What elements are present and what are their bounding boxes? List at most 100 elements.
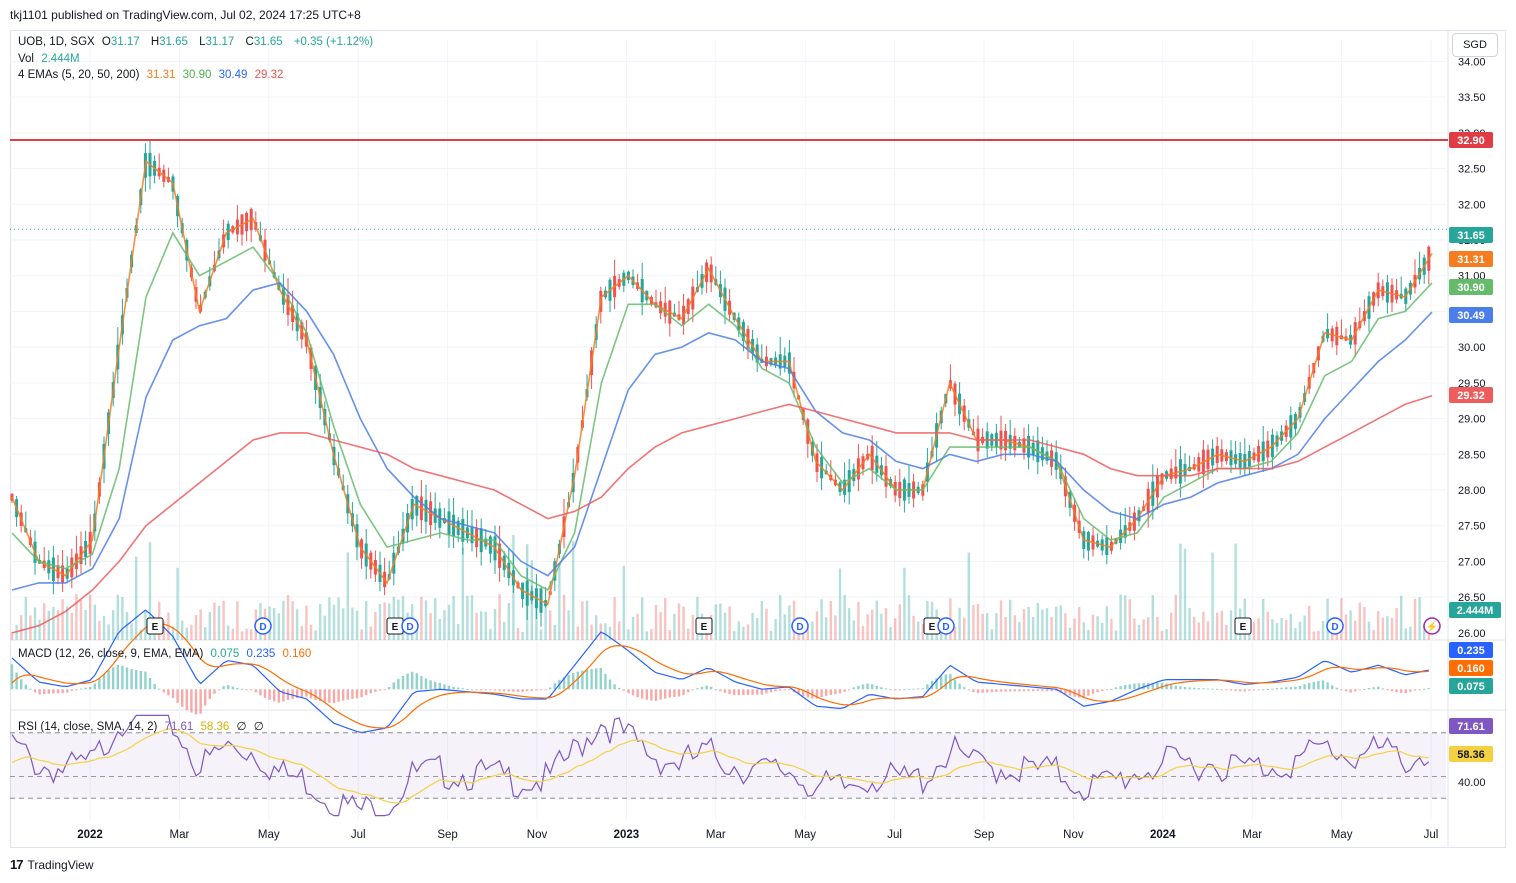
macd-hist-bar [756, 689, 759, 695]
volume-bar [1151, 595, 1154, 640]
macd-hist-bar [452, 686, 455, 690]
macd-hist-bar [691, 689, 694, 691]
macd-hist-bar [746, 689, 750, 695]
volume-bar [1073, 618, 1076, 640]
macd-hist-bar [1165, 683, 1168, 690]
volume-bar [1262, 598, 1265, 640]
macd-hist-bar [148, 677, 152, 690]
macd-hist-bar [1036, 689, 1039, 692]
volume-bar [829, 600, 832, 640]
macd-hist-bar [963, 687, 966, 690]
ema200-value: 29.32 [254, 69, 284, 81]
macd-line-tag: 0.235 [1457, 645, 1485, 657]
event-label: D [259, 622, 266, 633]
rsi-label[interactable]: RSI (14, close, SMA, 14, 2) [18, 721, 157, 733]
macd-hist-bar [953, 679, 957, 690]
macd-hist-bar [912, 688, 915, 690]
volume-bar [461, 547, 464, 640]
macd-hist-bar [641, 689, 644, 699]
macd-label[interactable]: MACD (12, 26, close, 9, EMA, EMA) [18, 648, 203, 660]
volume-bar [1156, 616, 1159, 640]
volume-bar [558, 563, 561, 640]
macd-hist-bar [273, 689, 276, 702]
volume-bar [484, 611, 487, 640]
macd-hist-bar [47, 689, 50, 694]
volume-bar [572, 541, 575, 640]
time-tick-label: 2024 [1150, 829, 1176, 841]
volume-bar [1395, 607, 1398, 640]
volume-bar [590, 624, 593, 640]
macd-hist-bar [1344, 689, 1348, 692]
tradingview-logo-icon[interactable]: 17 [10, 857, 24, 872]
macd-hist-bar [79, 688, 83, 690]
macd-hist-bar [1239, 689, 1242, 692]
macd-hist-bar [1004, 689, 1007, 692]
macd-hist-bar [107, 670, 110, 690]
ema50-line[interactable] [11, 282, 1433, 591]
volume-bar [1041, 609, 1044, 640]
volume-bar [659, 612, 662, 640]
symbol-label[interactable]: UOB, 1D, SGX [18, 36, 95, 48]
volume-bar [420, 596, 423, 640]
volume-bar [567, 610, 570, 640]
volume-bar [788, 605, 791, 640]
volume-bar [521, 631, 524, 640]
time-tick-label: 2022 [77, 829, 103, 841]
vol-label[interactable]: Vol [18, 53, 34, 65]
macd-hist-bar [181, 689, 184, 707]
macd-hist-bar [1386, 689, 1389, 691]
volume-bar [1372, 629, 1375, 640]
lightning-glyph: ⚡ [1426, 620, 1438, 633]
macd-hist-bar [1423, 688, 1426, 690]
macd-hist-bar [857, 685, 860, 690]
volume-bar [627, 629, 630, 640]
l-value: 31.17 [205, 36, 235, 48]
rsi-value: 71.61 [164, 721, 194, 733]
ema20-line[interactable] [11, 231, 1433, 592]
volume-bar [783, 614, 786, 640]
macd-hist-bar [1354, 689, 1357, 692]
vol-value: 2.444M [41, 53, 80, 65]
macd-hist-bar [98, 678, 101, 690]
volume-bar [194, 615, 198, 640]
time-tick-label: 2023 [614, 829, 640, 841]
macd-hist-bar [1372, 687, 1375, 690]
event-label: D [1331, 622, 1338, 633]
currency-button[interactable]: SGD [1452, 33, 1498, 57]
ema50-tag: 30.49 [1457, 310, 1485, 322]
volume-bar [1289, 613, 1292, 640]
time-tick-label: Jul [1424, 829, 1439, 841]
price-chart[interactable]: 34.0033.5033.0032.5032.0031.5031.0030.50… [0, 0, 1516, 883]
time-tick-label: May [258, 829, 280, 841]
volume-bar [664, 598, 667, 640]
macd-hist-bar [1179, 686, 1182, 690]
macd-hist-bar [976, 689, 980, 694]
footer-brand[interactable]: TradingView [27, 858, 93, 872]
volume-bar [917, 621, 920, 640]
volume-bar [1078, 607, 1081, 640]
volume-bar [250, 629, 253, 640]
macd-hist-bar [369, 689, 372, 694]
macd-hist-bar [93, 683, 96, 690]
volume-bar [332, 604, 336, 640]
volume-bar [1400, 595, 1403, 640]
macd-hist-bar [1280, 687, 1283, 690]
macd-hist-bar [1124, 685, 1127, 690]
volume-bar [1294, 628, 1297, 640]
volume-bar [282, 600, 285, 640]
macd-hist-bar [75, 689, 78, 691]
macd-hist-bar [1197, 688, 1200, 690]
macd-hist-bar [70, 689, 73, 691]
macd-hist-bar [323, 689, 326, 703]
volume-bar [871, 609, 874, 640]
macd-hist-bar [1119, 686, 1122, 690]
volume-bar [691, 614, 694, 640]
macd-hist-bar [1248, 689, 1251, 691]
macd-hist-bar [493, 689, 497, 691]
macd-hist-bar [424, 678, 428, 690]
macd-hist-bar [194, 689, 198, 715]
ema-label[interactable]: 4 EMAs (5, 20, 50, 200) [18, 69, 139, 81]
volume-bar [1225, 624, 1228, 640]
volume-bar [121, 597, 124, 640]
macd-hist-bar [263, 689, 267, 698]
